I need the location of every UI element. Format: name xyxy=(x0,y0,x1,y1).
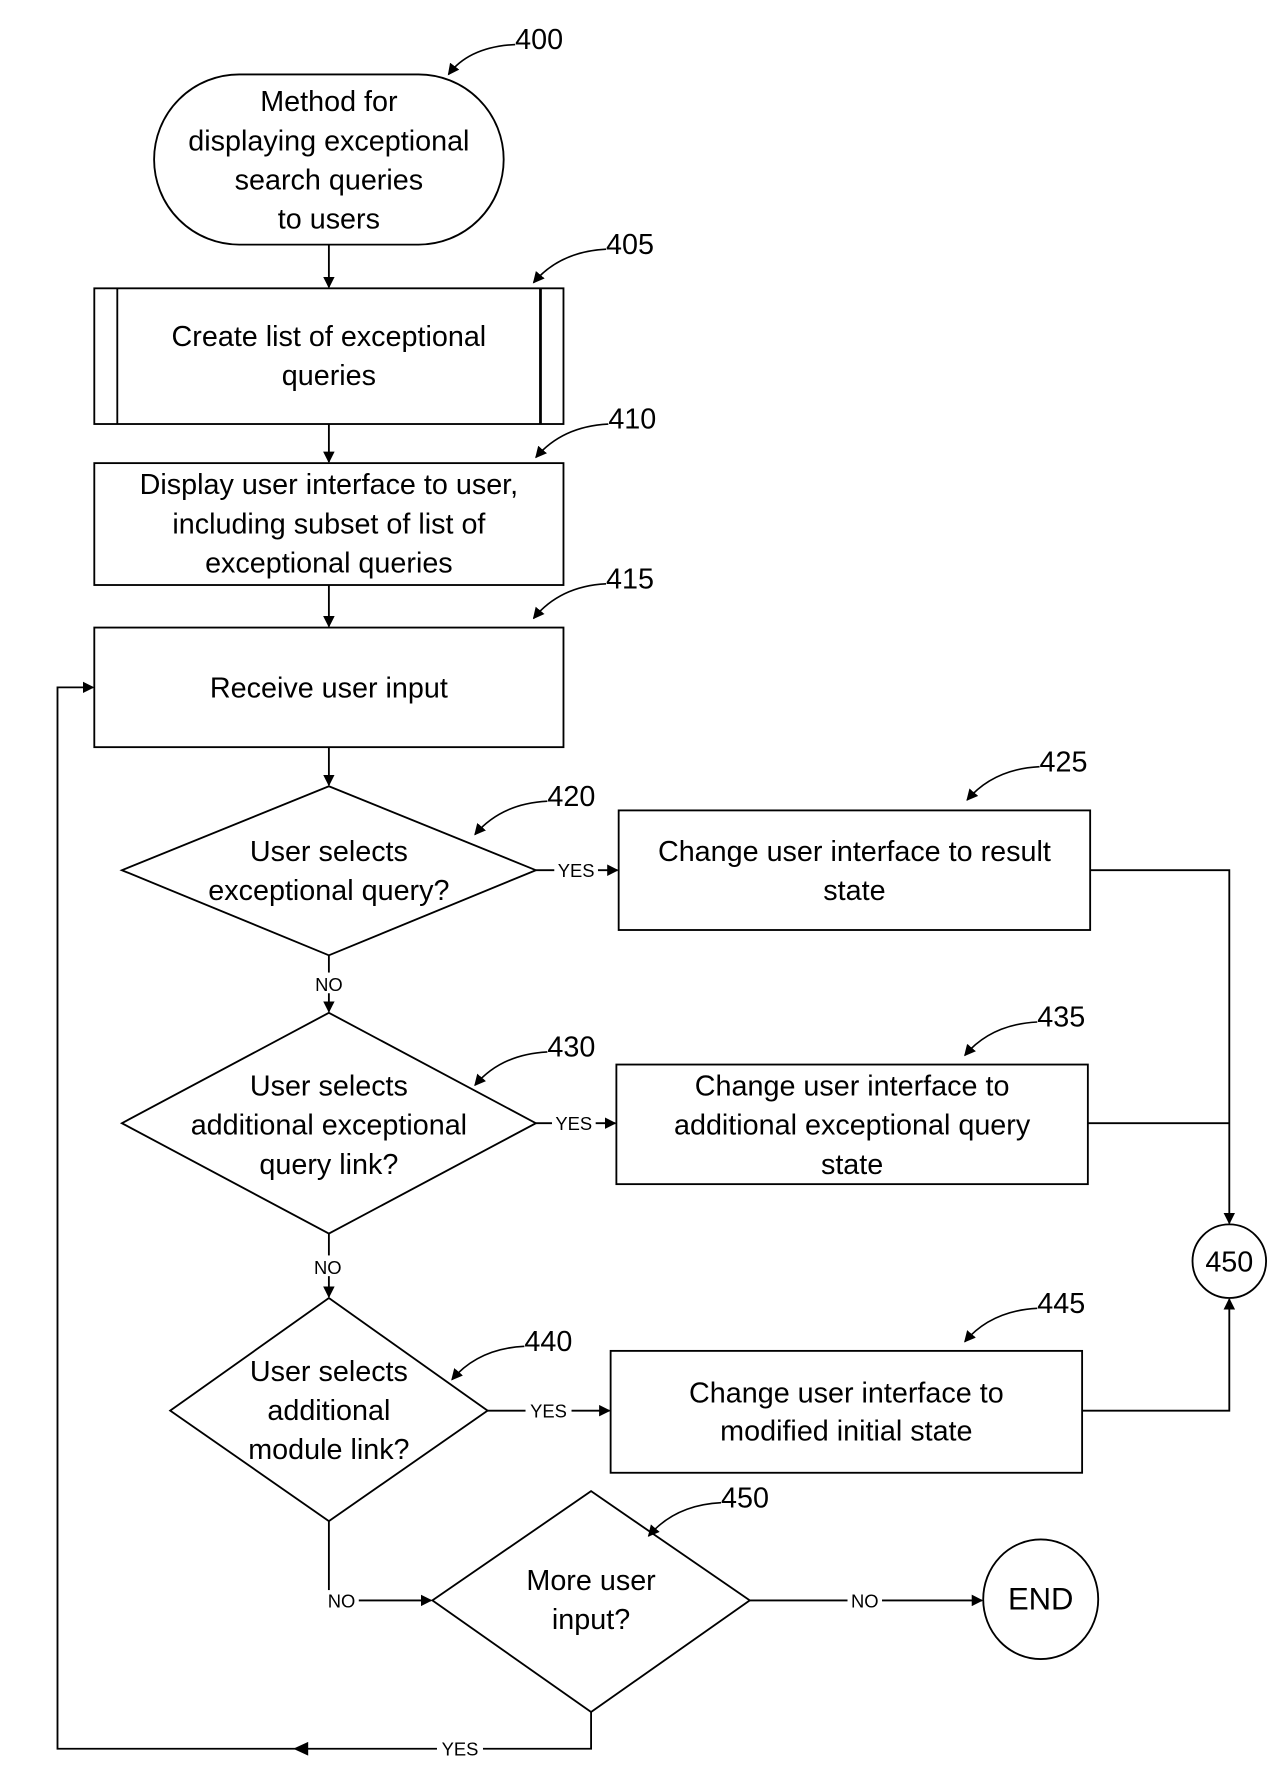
decision-query-label-line-2: exceptional query? xyxy=(208,875,449,907)
start-label-line-1: Method for xyxy=(260,86,398,118)
display-ui-label-line-1: Display user interface to user, xyxy=(140,469,519,501)
node-end: END xyxy=(982,1538,1100,1660)
node-receive-input: Receive user input xyxy=(93,626,565,749)
start-label-line-4: to users xyxy=(278,204,380,236)
start-label-line-2: displaying exceptional xyxy=(188,125,469,157)
ref-435: 435 xyxy=(964,1002,1085,1057)
decision-module-label-line-2: additional xyxy=(267,1395,390,1427)
edge-label-430-no: NO xyxy=(314,1257,342,1278)
edge-label-420-yes: YES xyxy=(558,860,595,881)
ref-445-label: 445 xyxy=(1037,1288,1085,1320)
ref-430-label: 430 xyxy=(547,1031,595,1063)
start-label-line-3: search queries xyxy=(235,164,423,196)
additional-query-state-label-line-3: state xyxy=(821,1149,883,1181)
ref-400-label: 400 xyxy=(515,24,563,56)
create-list-label-line-2: queries xyxy=(282,360,376,392)
decision-query-label-line-1: User selects xyxy=(250,836,408,868)
ref-410-label: 410 xyxy=(608,404,656,436)
ref-440: 440 xyxy=(451,1326,572,1381)
node-create-list: Create list of exceptional queries xyxy=(93,287,565,425)
edge-425-to-connector xyxy=(1090,869,1236,1225)
connector-label: 450 xyxy=(1205,1247,1253,1279)
decision-additional-query-label-line-2: additional exceptional xyxy=(191,1110,467,1142)
edge-label-430-yes: YES xyxy=(555,1113,592,1134)
ref-450: 450 xyxy=(647,1482,769,1537)
ref-420-label: 420 xyxy=(547,781,595,813)
decision-module-label-line-1: User selects xyxy=(250,1356,408,1388)
ref-445: 445 xyxy=(964,1288,1085,1343)
modified-initial-state-label-line-1: Change user interface to xyxy=(689,1378,1004,1410)
more-input-label-line-1: More user xyxy=(526,1565,656,1597)
result-state-label-line-1: Change user interface to result xyxy=(658,836,1051,868)
ref-450-label: 450 xyxy=(721,1482,769,1514)
additional-query-state-label-line-2: additional exceptional query xyxy=(674,1110,1031,1142)
ref-400: 400 xyxy=(447,24,563,76)
edge-440-no xyxy=(327,1521,433,1607)
display-ui-label-line-3: exceptional queries xyxy=(205,547,453,579)
ref-405-label: 405 xyxy=(606,229,654,261)
display-ui-label-line-2: including subset of list of xyxy=(172,508,486,540)
more-input-label-line-2: input? xyxy=(552,1604,630,1636)
node-decision-module-link: User selects additional module link? xyxy=(168,1296,490,1523)
modified-initial-state-label-line-2: modified initial state xyxy=(720,1416,972,1448)
node-modified-initial-state: Change user interface to modified initia… xyxy=(609,1349,1084,1474)
ref-425-label: 425 xyxy=(1040,746,1088,778)
edge-label-450-no: NO xyxy=(851,1590,879,1611)
create-list-label-line-1: Create list of exceptional xyxy=(172,321,487,353)
ref-415-label: 415 xyxy=(606,563,654,595)
ref-420: 420 xyxy=(474,781,595,836)
loop-direction-arrow-icon xyxy=(293,1741,309,1756)
edge-label-440-yes: YES xyxy=(530,1401,567,1422)
end-label: END xyxy=(1008,1582,1074,1617)
node-decision-more-input: More user input? xyxy=(430,1490,752,1714)
ref-440-label: 440 xyxy=(524,1326,572,1358)
ref-430: 430 xyxy=(474,1031,595,1087)
edge-label-420-no: NO xyxy=(315,974,343,995)
decision-module-label-line-3: module link? xyxy=(248,1434,409,1466)
node-additional-query-state: Change user interface to additional exce… xyxy=(615,1063,1089,1186)
ref-405: 405 xyxy=(532,229,654,284)
node-start-method: Method for displaying exceptional search… xyxy=(153,73,505,246)
node-result-state: Change user interface to result state xyxy=(617,809,1092,931)
node-connector-450: 450 xyxy=(1191,1223,1268,1299)
decision-additional-query-label-line-3: query link? xyxy=(259,1149,398,1181)
ref-425: 425 xyxy=(966,746,1088,801)
edge-label-440-no: NO xyxy=(328,1590,356,1611)
node-decision-additional-query: User selects additional exceptional quer… xyxy=(119,1011,538,1235)
edge-445-to-connector xyxy=(1082,1297,1236,1412)
node-decision-exceptional-query: User selects exceptional query? xyxy=(119,785,539,957)
ref-435-label: 435 xyxy=(1037,1002,1085,1034)
edge-label-450-yes: YES xyxy=(442,1739,479,1760)
additional-query-state-label-line-1: Change user interface to xyxy=(695,1071,1010,1103)
decision-additional-query-label-line-1: User selects xyxy=(250,1071,408,1103)
node-display-ui: Display user interface to user, includin… xyxy=(93,462,565,586)
flowchart: Method for displaying exceptional search… xyxy=(56,24,1268,1760)
result-state-label-line-2: state xyxy=(823,875,885,907)
receive-input-label: Receive user input xyxy=(210,673,448,705)
